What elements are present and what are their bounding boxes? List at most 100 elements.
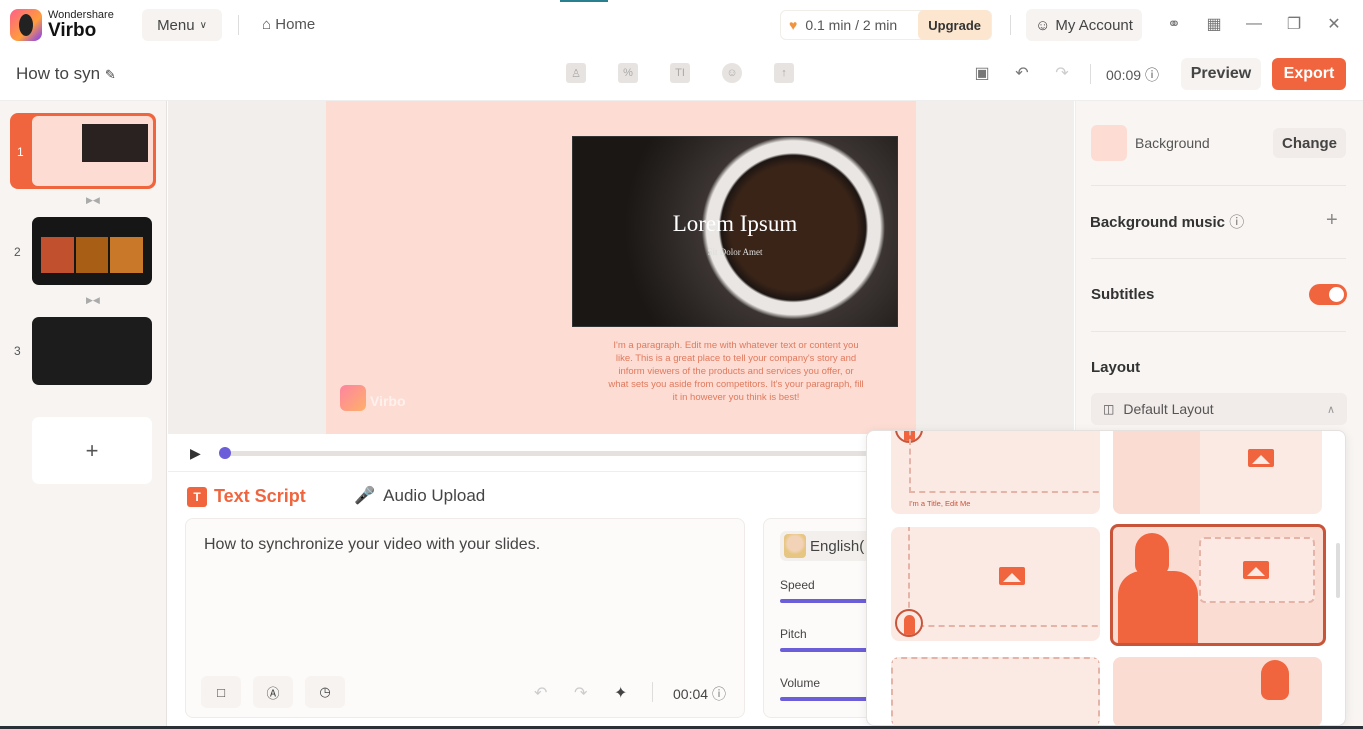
- tab-label: Text Script: [214, 486, 306, 506]
- script-textbox[interactable]: How to synchronize your video with your …: [185, 518, 745, 718]
- export-button[interactable]: Export: [1272, 58, 1346, 90]
- restore-icon[interactable]: ❐: [1284, 14, 1304, 34]
- edit-icon[interactable]: ✎: [105, 67, 116, 82]
- menu-button[interactable]: Menu ∨: [142, 9, 222, 41]
- speed-slider[interactable]: [780, 599, 870, 603]
- project-duration: 00:09 ⓘ: [1106, 65, 1159, 85]
- slide-title[interactable]: Lorem Ipsum: [573, 211, 897, 237]
- layout-value: Default Layout: [1123, 401, 1214, 417]
- thumb-box: [41, 237, 74, 273]
- pronunciation-icon[interactable]: Ⓐ: [253, 676, 293, 708]
- slide-thumbnail: [32, 116, 153, 186]
- scrollbar-thumb[interactable]: [1336, 543, 1340, 598]
- pitch-slider[interactable]: [780, 648, 870, 652]
- help-icon[interactable]: ⓘ: [1145, 67, 1159, 83]
- slide-subtitle[interactable]: Sit Dolor Amet: [573, 247, 897, 257]
- layout-option[interactable]: I'm a Title, Edit Me: [891, 431, 1100, 514]
- text-tool-icon[interactable]: TI: [670, 63, 690, 83]
- help-icon[interactable]: ⓘ: [1229, 214, 1244, 231]
- dashed-region: [891, 657, 1100, 725]
- pause-timer-icon[interactable]: ◷: [305, 676, 345, 708]
- home-icon: ⌂: [262, 16, 272, 33]
- voice-avatar: [784, 534, 806, 558]
- add-music-icon[interactable]: +: [1326, 209, 1338, 232]
- background-music-label: Background music: [1090, 214, 1226, 231]
- project-title[interactable]: How to syn ✎: [16, 64, 116, 84]
- minimize-icon[interactable]: —: [1244, 14, 1264, 34]
- layout-option[interactable]: [891, 527, 1100, 641]
- close-icon[interactable]: ✕: [1324, 14, 1344, 34]
- divider: [1091, 185, 1346, 186]
- quota-box: ♥ 0.1 min / 2 min Upgrade: [780, 10, 992, 40]
- background-tool-icon[interactable]: %: [618, 63, 638, 83]
- image-placeholder-icon: [1248, 449, 1274, 467]
- slide-list: 1 ▶◀ 2 ▶◀ 3 +: [0, 101, 167, 729]
- add-slide-button[interactable]: +: [32, 417, 152, 484]
- slide-thumb-2[interactable]: [32, 217, 152, 285]
- thumb-box: [110, 237, 143, 273]
- sticker-tool-icon[interactable]: ☺: [722, 63, 742, 83]
- toggle-knob: [1329, 287, 1344, 302]
- voice-language: English(: [810, 537, 865, 555]
- presenter-silhouette-icon: [1118, 571, 1198, 643]
- tab-audio-upload[interactable]: 🎤 Audio Upload: [354, 486, 485, 506]
- slide-number: 1: [17, 145, 24, 159]
- headset-icon[interactable]: ⚭: [1164, 14, 1184, 34]
- apps-grid-icon[interactable]: ▦: [1204, 14, 1224, 34]
- slide-thumb-3[interactable]: [32, 317, 152, 385]
- layout-option-selected[interactable]: [1110, 524, 1326, 646]
- watermark-logo: [340, 385, 366, 411]
- text-script-icon: T: [187, 486, 207, 507]
- quota-text: 0.1 min / 2 min: [805, 17, 898, 33]
- upgrade-button[interactable]: Upgrade: [918, 10, 991, 40]
- transition-icon[interactable]: ▶◀: [86, 295, 100, 306]
- voice-selector[interactable]: English(: [780, 531, 880, 561]
- layout-option[interactable]: [1113, 431, 1322, 514]
- timeline-track[interactable]: [220, 451, 868, 456]
- thumb-photo: [82, 124, 148, 162]
- transition-icon[interactable]: ▶◀: [86, 195, 100, 206]
- layout-option[interactable]: [891, 657, 1100, 725]
- speed-label: Speed: [780, 578, 815, 592]
- microphone-icon: 🎤: [354, 486, 376, 505]
- dashed-region: [909, 431, 1100, 493]
- script-text[interactable]: How to synchronize your video with your …: [204, 536, 540, 554]
- volume-slider[interactable]: [780, 697, 870, 701]
- redo-icon[interactable]: ↷: [574, 683, 587, 703]
- heart-icon: ♥: [789, 17, 798, 33]
- slide-paragraph[interactable]: I'm a paragraph. Edit me with whatever t…: [608, 339, 864, 404]
- virbo-logo: [10, 9, 42, 41]
- toolbar: How to syn ✎ ♙ % TI ☺ ↑ ▣ ↶ ↷ 00:09 ⓘ Pr…: [0, 50, 1363, 101]
- subtitles-label: Subtitles: [1091, 286, 1155, 303]
- presenter-head: [1135, 533, 1169, 575]
- player-bar: ▶: [168, 434, 868, 472]
- home-link[interactable]: ⌂ Home: [262, 16, 315, 33]
- layout-option[interactable]: [1113, 657, 1322, 725]
- my-account-button[interactable]: ☺ My Account: [1026, 9, 1142, 41]
- help-icon[interactable]: ⓘ: [712, 686, 726, 702]
- background-color-swatch[interactable]: [1091, 125, 1127, 161]
- slide-number: 2: [14, 245, 21, 259]
- subtitles-toggle[interactable]: [1309, 284, 1347, 305]
- save-icon[interactable]: ▣: [972, 63, 992, 83]
- slide-thumb-1-selected[interactable]: 1: [10, 113, 156, 189]
- undo-icon[interactable]: ↶: [534, 683, 547, 703]
- clear-brush-icon[interactable]: ✦: [614, 683, 627, 703]
- redo-icon[interactable]: ↷: [1052, 63, 1072, 83]
- upload-tool-icon[interactable]: ↑: [774, 63, 794, 83]
- background-music-row: Background music ⓘ: [1090, 211, 1244, 232]
- avatar-tool-icon[interactable]: ♙: [566, 63, 586, 83]
- slide-photo[interactable]: Lorem Ipsum Sit Dolor Amet: [572, 136, 898, 327]
- divider: [238, 15, 239, 35]
- layout-dropdown[interactable]: ◫ Default Layout ∧: [1091, 393, 1347, 425]
- watermark-text: Virbo: [370, 393, 406, 409]
- undo-icon[interactable]: ↶: [1012, 63, 1032, 83]
- playhead-handle[interactable]: [219, 447, 231, 459]
- play-icon[interactable]: ▶: [190, 445, 201, 462]
- divider: [1010, 15, 1011, 35]
- change-background-button[interactable]: Change: [1273, 128, 1346, 158]
- preview-button[interactable]: Preview: [1181, 58, 1261, 90]
- tab-text-script[interactable]: T Text Script: [187, 486, 306, 507]
- divider: [1091, 331, 1346, 332]
- insert-text-icon[interactable]: □: [201, 676, 241, 708]
